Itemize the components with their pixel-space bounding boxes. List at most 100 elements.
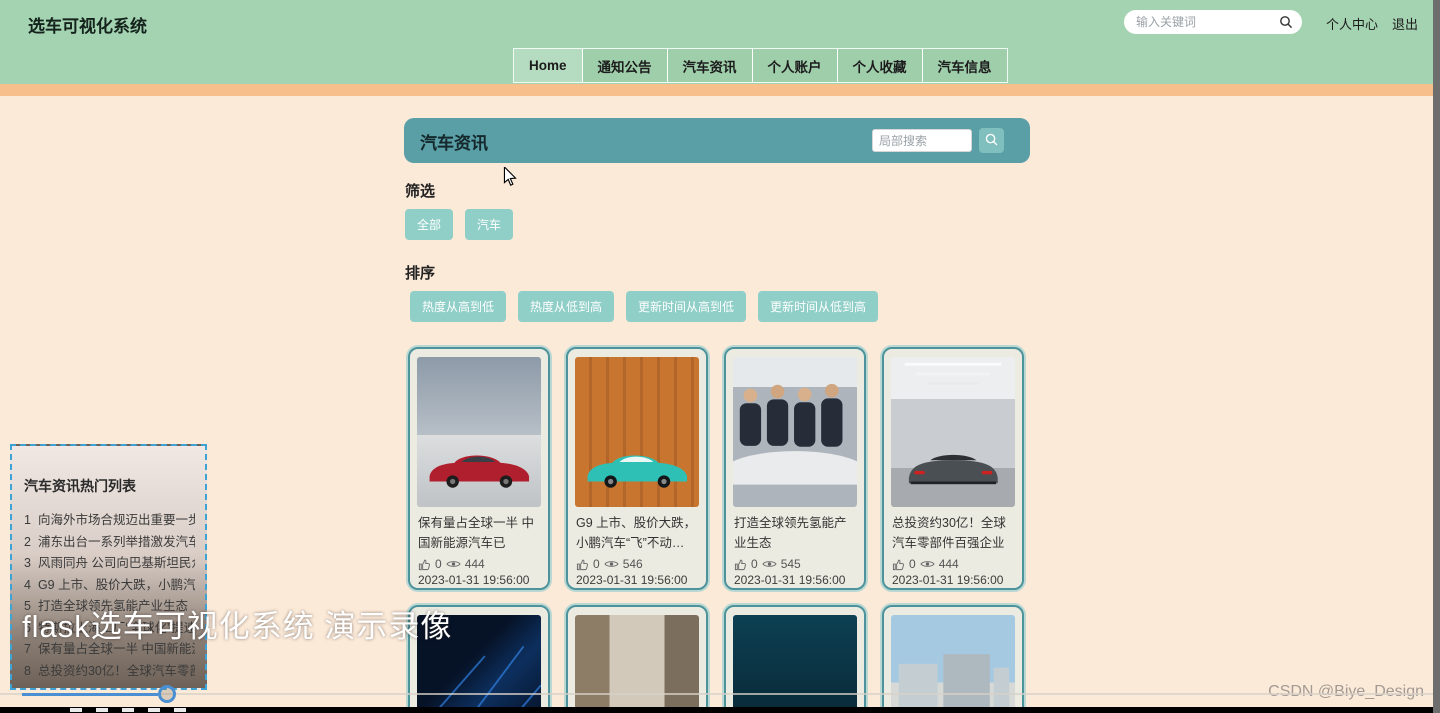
sort-heat-asc-button[interactable]: 热度从低到高 [518,291,615,322]
likes-count: 0 [751,557,758,571]
thumbs-up-icon [734,559,746,570]
card-date: 2023-01-31 19:56:00 [892,573,1004,587]
card-stats: 0 546 [568,553,706,571]
clipped-caption-fragments [70,708,200,712]
nav-item-car-info[interactable]: 汽车信息 [922,49,1007,82]
likes-count: 0 [435,557,442,571]
card-title: 打造全球领先氢能产业生态 [734,516,847,550]
sort-heat-desc-button[interactable]: 热度从高到低 [410,291,507,322]
hot-list-panel: 汽车资讯热门列表 1 向海外市场合规迈出重要一步，… 2 浦东出台一系列举措激发汽车… [10,444,207,690]
local-search-button[interactable] [979,128,1004,153]
filter-heading: 筛选 [405,183,436,200]
video-letterbox [0,707,1440,713]
ceiling-lights [904,362,1002,386]
news-card[interactable] [724,605,866,713]
crowd-illustration [733,383,857,485]
rank: 3 [24,556,31,570]
nav-item-account[interactable]: 个人账户 [752,49,838,82]
card-stats: 0 545 [726,553,864,571]
nav-item-car-news[interactable]: 汽车资讯 [667,49,753,82]
list-item[interactable]: 2 浦东出台一系列举措激发汽车消… [24,532,195,554]
list-item[interactable]: 1 向海外市场合规迈出重要一步，… [24,510,195,532]
nav-item-home[interactable]: Home [514,49,583,82]
card-image-event-crowd [733,357,857,507]
card-date: 2023-01-31 19:56:00 [734,573,846,587]
views-count: 444 [938,557,959,571]
views-icon [920,561,935,567]
search-icon[interactable] [1278,14,1294,35]
list-item[interactable]: 4 G9 上市、股价大跌，小鹏汽车… [24,575,195,597]
card-stats: 0 444 [884,553,1022,571]
card-image-factory-campus [891,615,1015,713]
rank: 1 [24,513,31,527]
views-count: 545 [780,557,801,571]
section-title: 汽车资讯 [420,134,488,153]
hot-item-text: 浦东出台一系列举措激发汽车消… [37,534,195,549]
news-card[interactable]: G9 上市、股价大跌，小鹏汽车“飞”不动… 0 546 2023-01-31 1… [566,347,708,590]
news-card[interactable]: 打造全球领先氢能产业生态 0 545 2023-01-31 19:56:00 [724,347,866,590]
card-stats: 0 444 [410,553,548,571]
video-seek-knob[interactable] [158,685,176,703]
card-title: 保有量占全球一半 中国新能源汽车已经“弯… [418,516,534,550]
card-image-garage-car [891,357,1015,507]
mouse-cursor-icon [503,165,517,192]
nav-item-favorites[interactable]: 个人收藏 [837,49,923,82]
thumbs-up-icon [576,559,588,570]
local-search-input[interactable] [879,130,965,151]
video-seek-track[interactable] [0,693,1440,695]
logout-link[interactable]: 退出 [1392,14,1418,33]
hot-item-text: 总投资约30亿！全球汽车零部件… [37,663,195,678]
list-item[interactable]: 8 总投资约30亿！全球汽车零部件… [24,661,195,683]
card-image-alley-car [575,615,699,713]
rank: 2 [24,534,31,549]
local-search[interactable] [872,129,972,152]
page: 选车可视化系统 个人中心 退出 Home 通知公告 汽车资讯 个人账户 个人收藏… [0,0,1440,713]
hot-list-title: 汽车资讯热门列表 [24,478,136,494]
likes-count: 0 [909,557,916,571]
header-links: 个人中心 退出 [1326,14,1418,33]
app-title: 选车可视化系统 [28,17,147,36]
sort-heading: 排序 [405,265,436,282]
thumbs-up-icon [892,559,904,570]
card-image-underwater-car [733,615,857,713]
filter-car-button[interactable]: 汽车 [465,209,514,240]
rank: 4 [24,577,31,592]
car-illustration [429,455,529,489]
car-illustration [908,455,998,485]
hot-item-text: 风雨同舟 公司向巴基斯坦民众捐赠… [37,556,195,570]
sort-time-desc-button[interactable]: 更新时间从高到低 [626,291,747,322]
news-card[interactable]: 总投资约30亿！全球汽车零部件百强企业济… 0 444 2023-01-31 1… [882,347,1024,590]
sort-time-asc-button[interactable]: 更新时间从低到高 [758,291,879,322]
user-center-link[interactable]: 个人中心 [1326,14,1378,33]
card-title: G9 上市、股价大跌，小鹏汽车“飞”不动… [576,516,697,550]
views-icon [604,561,619,567]
filter-chips: 全部 汽车 [405,209,514,240]
news-card[interactable]: 保有量占全球一半 中国新能源汽车已经“弯… 0 444 2023-01-31 1… [408,347,550,590]
main-nav: Home 通知公告 汽车资讯 个人账户 个人收藏 汽车信息 [513,48,1008,83]
card-date: 2023-01-31 19:56:00 [418,573,530,587]
search-icon [984,132,999,150]
scrollbar[interactable] [1433,0,1440,713]
video-seek-progress [22,693,158,696]
car-illustration [587,455,687,489]
views-icon [762,561,777,567]
video-watermark: flask选车可视化系统 演示录像 [22,609,453,644]
rank: 8 [24,663,31,678]
global-search[interactable] [1124,10,1302,34]
global-search-input[interactable] [1136,15,1274,29]
list-item[interactable]: 3 风雨同舟 公司向巴基斯坦民众捐赠… [24,553,195,575]
news-card[interactable] [882,605,1024,713]
card-title: 总投资约30亿！全球汽车零部件百强企业济… [892,516,1006,550]
hot-item-text: 向海外市场合规迈出重要一步，… [37,513,195,527]
buildings-illustration [898,654,1010,709]
views-count: 444 [464,557,485,571]
section-banner: 汽车资讯 [404,118,1030,163]
nav-item-notices[interactable]: 通知公告 [582,49,668,82]
news-card[interactable] [566,605,708,713]
card-image-red-car [417,357,541,507]
thumbs-up-icon [418,559,430,570]
card-image-teal-car [575,357,699,507]
filter-all-button[interactable]: 全部 [405,209,454,240]
accent-band [0,84,1440,96]
views-icon [446,561,461,567]
